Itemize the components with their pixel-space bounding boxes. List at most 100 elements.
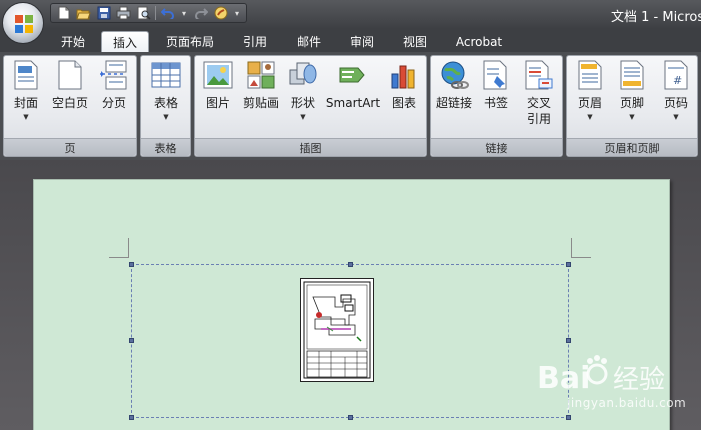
footer-icon — [616, 59, 648, 91]
clip-art-icon — [245, 59, 277, 91]
chevron-down-icon: ▼ — [23, 113, 29, 121]
customize-arrow-icon[interactable]: ▾ — [232, 9, 242, 18]
table-icon — [150, 59, 182, 91]
table-button[interactable]: 表格 ▼ — [146, 59, 186, 121]
margin-corner-top-left — [109, 238, 129, 258]
office-button[interactable] — [2, 2, 44, 44]
group-header-footer-label: 页眉和页脚 — [567, 138, 697, 156]
page-number-icon: # — [660, 59, 692, 91]
shapes-label: 形状 — [290, 96, 315, 110]
group-links-label: 链接 — [431, 138, 562, 156]
resize-handle-left[interactable] — [129, 338, 134, 343]
watermark-url: jingyan.baidu.com — [567, 396, 687, 410]
cross-reference-icon — [523, 59, 555, 91]
smartart-icon — [337, 59, 369, 91]
print-icon[interactable] — [115, 5, 132, 21]
resize-handle-right[interactable] — [566, 338, 571, 343]
group-pages-label: 页 — [4, 138, 136, 156]
paint-icon[interactable] — [212, 5, 229, 21]
page-break-label: 分页 — [101, 96, 126, 110]
resize-handle-bottom-left[interactable] — [129, 415, 134, 420]
cross-reference-label: 交叉 引用 — [527, 95, 551, 127]
group-tables: 表格 ▼ 表格 — [140, 55, 191, 157]
cross-reference-label-line2: 引用 — [526, 112, 551, 126]
group-illustrations: 图片 剪贴画 形状 ▼ SmartArt 图表 插图 — [194, 55, 427, 157]
picture-button[interactable]: 图片 — [199, 59, 237, 111]
qat-separator — [155, 6, 156, 20]
chevron-down-icon: ▼ — [587, 113, 593, 121]
margin-corner-top-right — [571, 238, 591, 258]
title-bar: ▾ ▾ 文档 1 - Micros — [0, 0, 701, 28]
picture-label: 图片 — [205, 96, 230, 110]
ribbon: 封面 ▼ 空白页 分页 页 表格 ▼ 表格 图片 剪贴画 形状 ▼ SmartA… — [0, 52, 701, 160]
group-pages: 封面 ▼ 空白页 分页 页 — [3, 55, 137, 157]
shapes-button[interactable]: 形状 ▼ — [285, 59, 321, 121]
page-number-label: 页码 — [663, 96, 688, 110]
chevron-down-icon: ▼ — [300, 113, 306, 121]
resize-handle-bottom[interactable] — [348, 415, 353, 420]
tab-review[interactable]: 审阅 — [341, 31, 383, 52]
clip-art-label: 剪贴画 — [242, 96, 279, 110]
resize-handle-top-right[interactable] — [566, 262, 571, 267]
tab-page-layout[interactable]: 页面布局 — [160, 31, 220, 52]
tab-view[interactable]: 视图 — [394, 31, 436, 52]
window-title: 文档 1 - Micros — [611, 10, 701, 25]
tab-insert[interactable]: 插入 — [101, 31, 149, 52]
page-break-icon — [98, 59, 130, 91]
chart-label: 图表 — [391, 96, 416, 110]
chevron-down-icon: ▼ — [163, 113, 169, 121]
cover-page-icon — [10, 59, 42, 91]
resize-handle-top-left[interactable] — [129, 262, 134, 267]
tab-home[interactable]: 开始 — [52, 31, 94, 52]
bookmark-label: 书签 — [483, 96, 508, 110]
cover-page-label: 封面 — [13, 96, 38, 110]
new-document-icon[interactable] — [55, 5, 72, 21]
smartart-button[interactable]: SmartArt — [323, 59, 383, 111]
resize-handle-bottom-right[interactable] — [566, 415, 571, 420]
chevron-down-icon: ▼ — [673, 113, 679, 121]
tab-mailings[interactable]: 邮件 — [288, 31, 330, 52]
chevron-down-icon: ▼ — [629, 113, 635, 121]
bookmark-icon — [480, 59, 512, 91]
watermark-jingyan-text: 经验 — [613, 365, 665, 395]
hyperlink-icon — [438, 59, 470, 91]
bookmark-button[interactable]: 书签 — [477, 59, 515, 111]
redo-icon[interactable] — [192, 5, 209, 21]
tab-references[interactable]: 引用 — [234, 31, 276, 52]
blank-page-label: 空白页 — [51, 96, 88, 110]
hyperlink-button[interactable]: 超链接 — [433, 59, 475, 111]
resize-handle-top[interactable] — [348, 262, 353, 267]
ribbon-tab-bar: 开始 插入 页面布局 引用 邮件 审阅 视图 Acrobat — [0, 28, 701, 52]
header-button[interactable]: 页眉 ▼ — [569, 59, 611, 121]
cross-reference-button[interactable]: 交叉 引用 — [519, 59, 559, 127]
blank-page-icon — [54, 59, 86, 91]
header-icon — [574, 59, 606, 91]
footer-button[interactable]: 页脚 ▼ — [611, 59, 653, 121]
page-break-button[interactable]: 分页 — [94, 59, 134, 111]
baidu-paw-icon — [586, 355, 608, 385]
undo-dropdown-arrow[interactable]: ▾ — [179, 9, 189, 18]
tab-acrobat[interactable]: Acrobat — [448, 31, 510, 52]
quick-access-toolbar: ▾ ▾ — [50, 3, 247, 23]
group-tables-label: 表格 — [141, 138, 190, 156]
cad-drawing-thumbnail[interactable] — [300, 278, 374, 382]
header-label: 页眉 — [577, 96, 602, 110]
page-number-button[interactable]: # 页码 ▼ — [655, 59, 697, 121]
undo-icon[interactable] — [159, 5, 176, 21]
picture-icon — [202, 59, 234, 91]
chart-icon — [388, 59, 420, 91]
clip-art-button[interactable]: 剪贴画 — [239, 59, 283, 111]
office-logo-icon — [15, 15, 33, 33]
cross-reference-label-line1: 交叉 — [526, 96, 551, 110]
smartart-label: SmartArt — [325, 96, 381, 110]
blank-page-button[interactable]: 空白页 — [50, 59, 90, 111]
cover-page-button[interactable]: 封面 ▼ — [6, 59, 46, 121]
print-preview-icon[interactable] — [135, 5, 152, 21]
save-icon[interactable] — [95, 5, 112, 21]
footer-label: 页脚 — [619, 96, 644, 110]
table-label: 表格 — [153, 96, 178, 110]
open-folder-icon[interactable] — [75, 5, 92, 21]
hyperlink-label: 超链接 — [435, 96, 472, 110]
chart-button[interactable]: 图表 — [385, 59, 423, 111]
group-links: 超链接 书签 交叉 引用 链接 — [430, 55, 563, 157]
